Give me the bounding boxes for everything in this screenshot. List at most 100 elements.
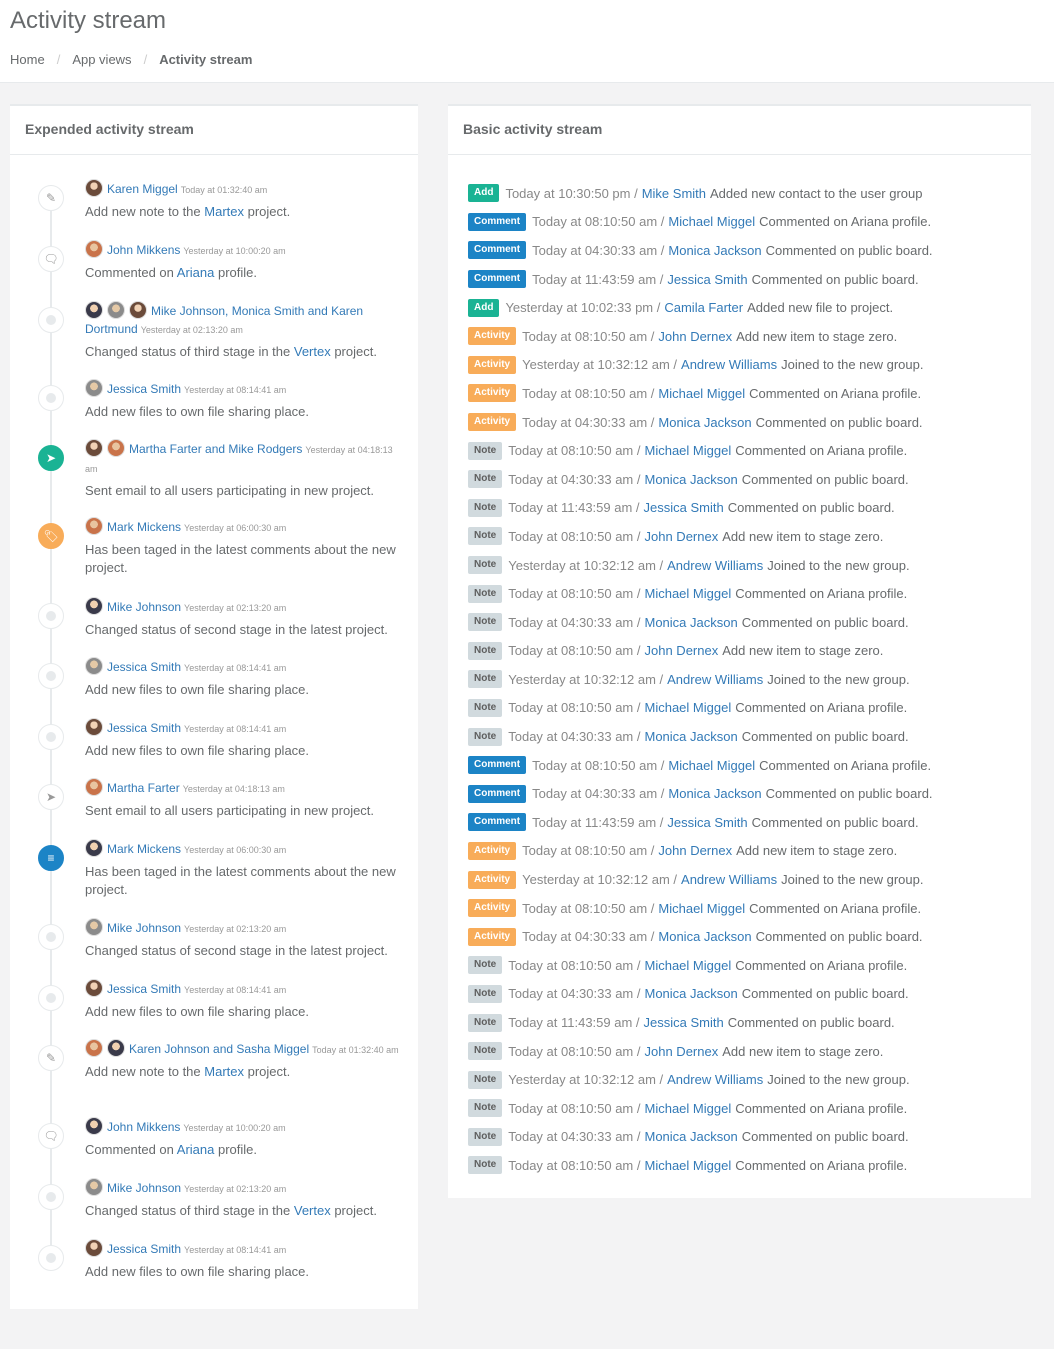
- entry-text: Sent email to all users participating in…: [85, 482, 403, 500]
- avatar[interactable]: [85, 1239, 103, 1257]
- user-link[interactable]: Michael Miggel: [658, 901, 745, 916]
- user-link[interactable]: Jessica Smith: [107, 721, 181, 735]
- entry-link[interactable]: Ariana: [177, 1142, 215, 1157]
- user-link[interactable]: Michael Miggel: [668, 214, 755, 229]
- activity-row: Note Today at 08:10:50 am / John Dernex Add…: [468, 522, 1028, 551]
- user-link[interactable]: Andrew Williams: [681, 357, 777, 372]
- user-link[interactable]: Martha Farter and Mike Rodgers: [129, 442, 302, 456]
- entry-link[interactable]: Martex: [204, 1064, 244, 1079]
- user-link[interactable]: Jessica Smith: [644, 1015, 724, 1030]
- avatar[interactable]: [85, 597, 103, 615]
- user-link[interactable]: John Dernex: [645, 529, 719, 544]
- avatar[interactable]: [107, 439, 125, 457]
- avatar[interactable]: [85, 1039, 103, 1057]
- avatar[interactable]: [85, 839, 103, 857]
- avatar[interactable]: [129, 301, 147, 319]
- user-link[interactable]: Monica Jackson: [658, 415, 751, 430]
- avatar[interactable]: [85, 918, 103, 936]
- timestamp: Yesterday at 10:00:20 am: [183, 246, 286, 256]
- user-link[interactable]: Andrew Williams: [681, 872, 777, 887]
- user-link[interactable]: John Mikkens: [107, 243, 180, 257]
- user-link[interactable]: John Dernex: [658, 843, 732, 858]
- user-link[interactable]: Mike Johnson: [107, 921, 181, 935]
- avatar[interactable]: [85, 657, 103, 675]
- user-link[interactable]: Andrew Williams: [667, 672, 763, 687]
- activity-row: Note Today at 08:10:50 am / John Dernex Add…: [468, 1037, 1028, 1066]
- user-link[interactable]: Jessica Smith: [107, 382, 181, 396]
- breadcrumb-home[interactable]: Home: [10, 52, 45, 67]
- user-link[interactable]: Jessica Smith: [644, 500, 724, 515]
- user-link[interactable]: Michael Miggel: [645, 586, 732, 601]
- user-link[interactable]: Andrew Williams: [667, 1072, 763, 1087]
- entry-link[interactable]: Ariana: [177, 265, 215, 280]
- timestamp: Yesterday at 10:32:12 am /: [522, 872, 678, 888]
- user-link[interactable]: Andrew Williams: [667, 558, 763, 573]
- user-link[interactable]: Monica Jackson: [645, 472, 738, 487]
- user-link[interactable]: Monica Jackson: [658, 929, 751, 944]
- activity-row: Note Today at 08:10:50 am / Michael Miggel…: [468, 951, 1028, 980]
- avatar[interactable]: [85, 179, 103, 197]
- activity-text: Joined to the new group.: [767, 557, 910, 573]
- user-link[interactable]: Jessica Smith: [107, 660, 181, 674]
- user-link[interactable]: Mike Johnson: [107, 600, 181, 614]
- avatar[interactable]: [107, 301, 125, 319]
- entry-text: Add new files to own file sharing place.: [85, 1263, 403, 1281]
- user-link[interactable]: Monica Jackson: [645, 1129, 738, 1144]
- user-link[interactable]: Jessica Smith: [667, 815, 747, 830]
- entry-text: Commented on Ariana profile.: [85, 264, 403, 282]
- user-link[interactable]: Monica Jackson: [668, 786, 761, 801]
- avatar[interactable]: [85, 240, 103, 258]
- user-link[interactable]: Michael Miggel: [645, 700, 732, 715]
- avatar[interactable]: [85, 778, 103, 796]
- avatar[interactable]: [85, 1117, 103, 1135]
- avatar[interactable]: [85, 517, 103, 535]
- avatar[interactable]: [85, 718, 103, 736]
- avatar[interactable]: [85, 1178, 103, 1196]
- user-link[interactable]: Mark Mickens: [107, 520, 181, 534]
- timestamp: Today at 08:10:50 am /: [508, 586, 641, 602]
- user-link[interactable]: John Dernex: [645, 643, 719, 658]
- timestamp: Today at 08:10:50 am /: [522, 385, 655, 401]
- user-link[interactable]: Michael Miggel: [668, 758, 755, 773]
- user-link[interactable]: Michael Miggel: [645, 443, 732, 458]
- user-link[interactable]: Mark Mickens: [107, 842, 181, 856]
- user-link[interactable]: Monica Jackson: [645, 615, 738, 630]
- user-link[interactable]: Mike Smith: [642, 186, 706, 201]
- avatar[interactable]: [107, 1039, 125, 1057]
- avatar[interactable]: [85, 439, 103, 457]
- user-link[interactable]: Michael Miggel: [645, 1158, 732, 1173]
- user-link[interactable]: Monica Jackson: [645, 729, 738, 744]
- user-link[interactable]: Martha Farter: [107, 781, 180, 795]
- entry-link[interactable]: Martex: [204, 204, 244, 219]
- user-link[interactable]: Jessica Smith: [667, 272, 747, 287]
- activity-row: Comment Today at 11:43:59 am / Jessica Smi…: [468, 265, 1028, 294]
- comment-badge: Comment: [468, 756, 527, 775]
- activity-row: Note Today at 08:10:50 am / John Dernex Add…: [468, 637, 1028, 666]
- avatar[interactable]: [85, 979, 103, 997]
- user-link[interactable]: Karen Johnson and Sasha Miggel: [129, 1042, 309, 1056]
- user-link[interactable]: Michael Miggel: [645, 1101, 732, 1116]
- entry-link[interactable]: Vertex: [294, 344, 331, 359]
- user-link[interactable]: Camila Farter: [664, 300, 743, 315]
- timestamp: Today at 01:32:40 am: [180, 185, 268, 195]
- user-link[interactable]: Monica Jackson: [668, 243, 761, 258]
- pencil-icon: ✎: [38, 185, 64, 211]
- activity-text: Add new item to stage zero.: [736, 843, 898, 859]
- timestamp: Today at 04:30:33 am /: [522, 929, 655, 945]
- user-link[interactable]: Monica Jackson: [645, 986, 738, 1001]
- breadcrumb-app-views[interactable]: App views: [72, 52, 131, 67]
- entry-link[interactable]: Vertex: [294, 1203, 331, 1218]
- user-link[interactable]: Michael Miggel: [658, 386, 745, 401]
- avatar[interactable]: [85, 379, 103, 397]
- user-link[interactable]: Michael Miggel: [645, 958, 732, 973]
- user-link[interactable]: Jessica Smith: [107, 1242, 181, 1256]
- avatar[interactable]: [85, 301, 103, 319]
- user-link[interactable]: Karen Miggel: [107, 182, 178, 196]
- activity-text: Commented on public board.: [741, 1129, 909, 1145]
- user-link[interactable]: Mike Johnson: [107, 1181, 181, 1195]
- user-link[interactable]: John Dernex: [658, 329, 732, 344]
- comment-badge: Comment: [468, 212, 527, 231]
- user-link[interactable]: John Mikkens: [107, 1120, 180, 1134]
- user-link[interactable]: Jessica Smith: [107, 982, 181, 996]
- user-link[interactable]: John Dernex: [645, 1044, 719, 1059]
